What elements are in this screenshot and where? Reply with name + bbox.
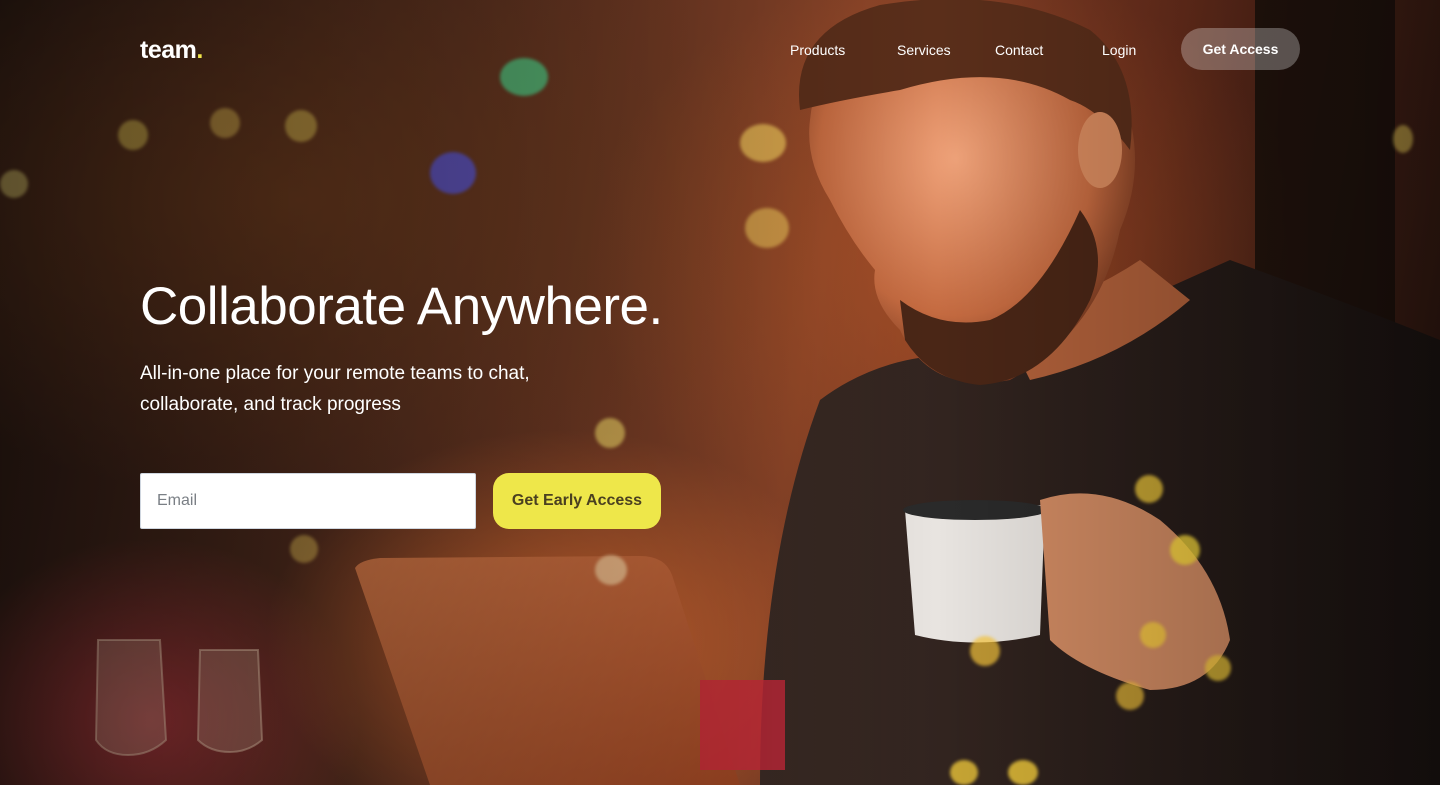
get-access-button[interactable]: Get Access [1181,28,1300,70]
logo-text: team [140,36,197,64]
hero-subheadline: All-in-one place for your remote teams t… [140,363,530,415]
brand-logo[interactable]: team. [140,36,203,65]
logo-dot: . [196,36,203,64]
get-early-access-button[interactable]: Get Early Access [493,473,661,529]
email-input[interactable] [140,473,476,529]
hero-headline: Collaborate Anywhere. [140,277,663,336]
nav-link-products[interactable]: Products [790,42,845,58]
nav-link-login[interactable]: Login [1102,42,1136,58]
nav-link-services[interactable]: Services [897,42,951,58]
nav-link-contact[interactable]: Contact [995,42,1043,58]
top-navigation: team. Products Services Contact Login Ge… [0,0,1440,100]
